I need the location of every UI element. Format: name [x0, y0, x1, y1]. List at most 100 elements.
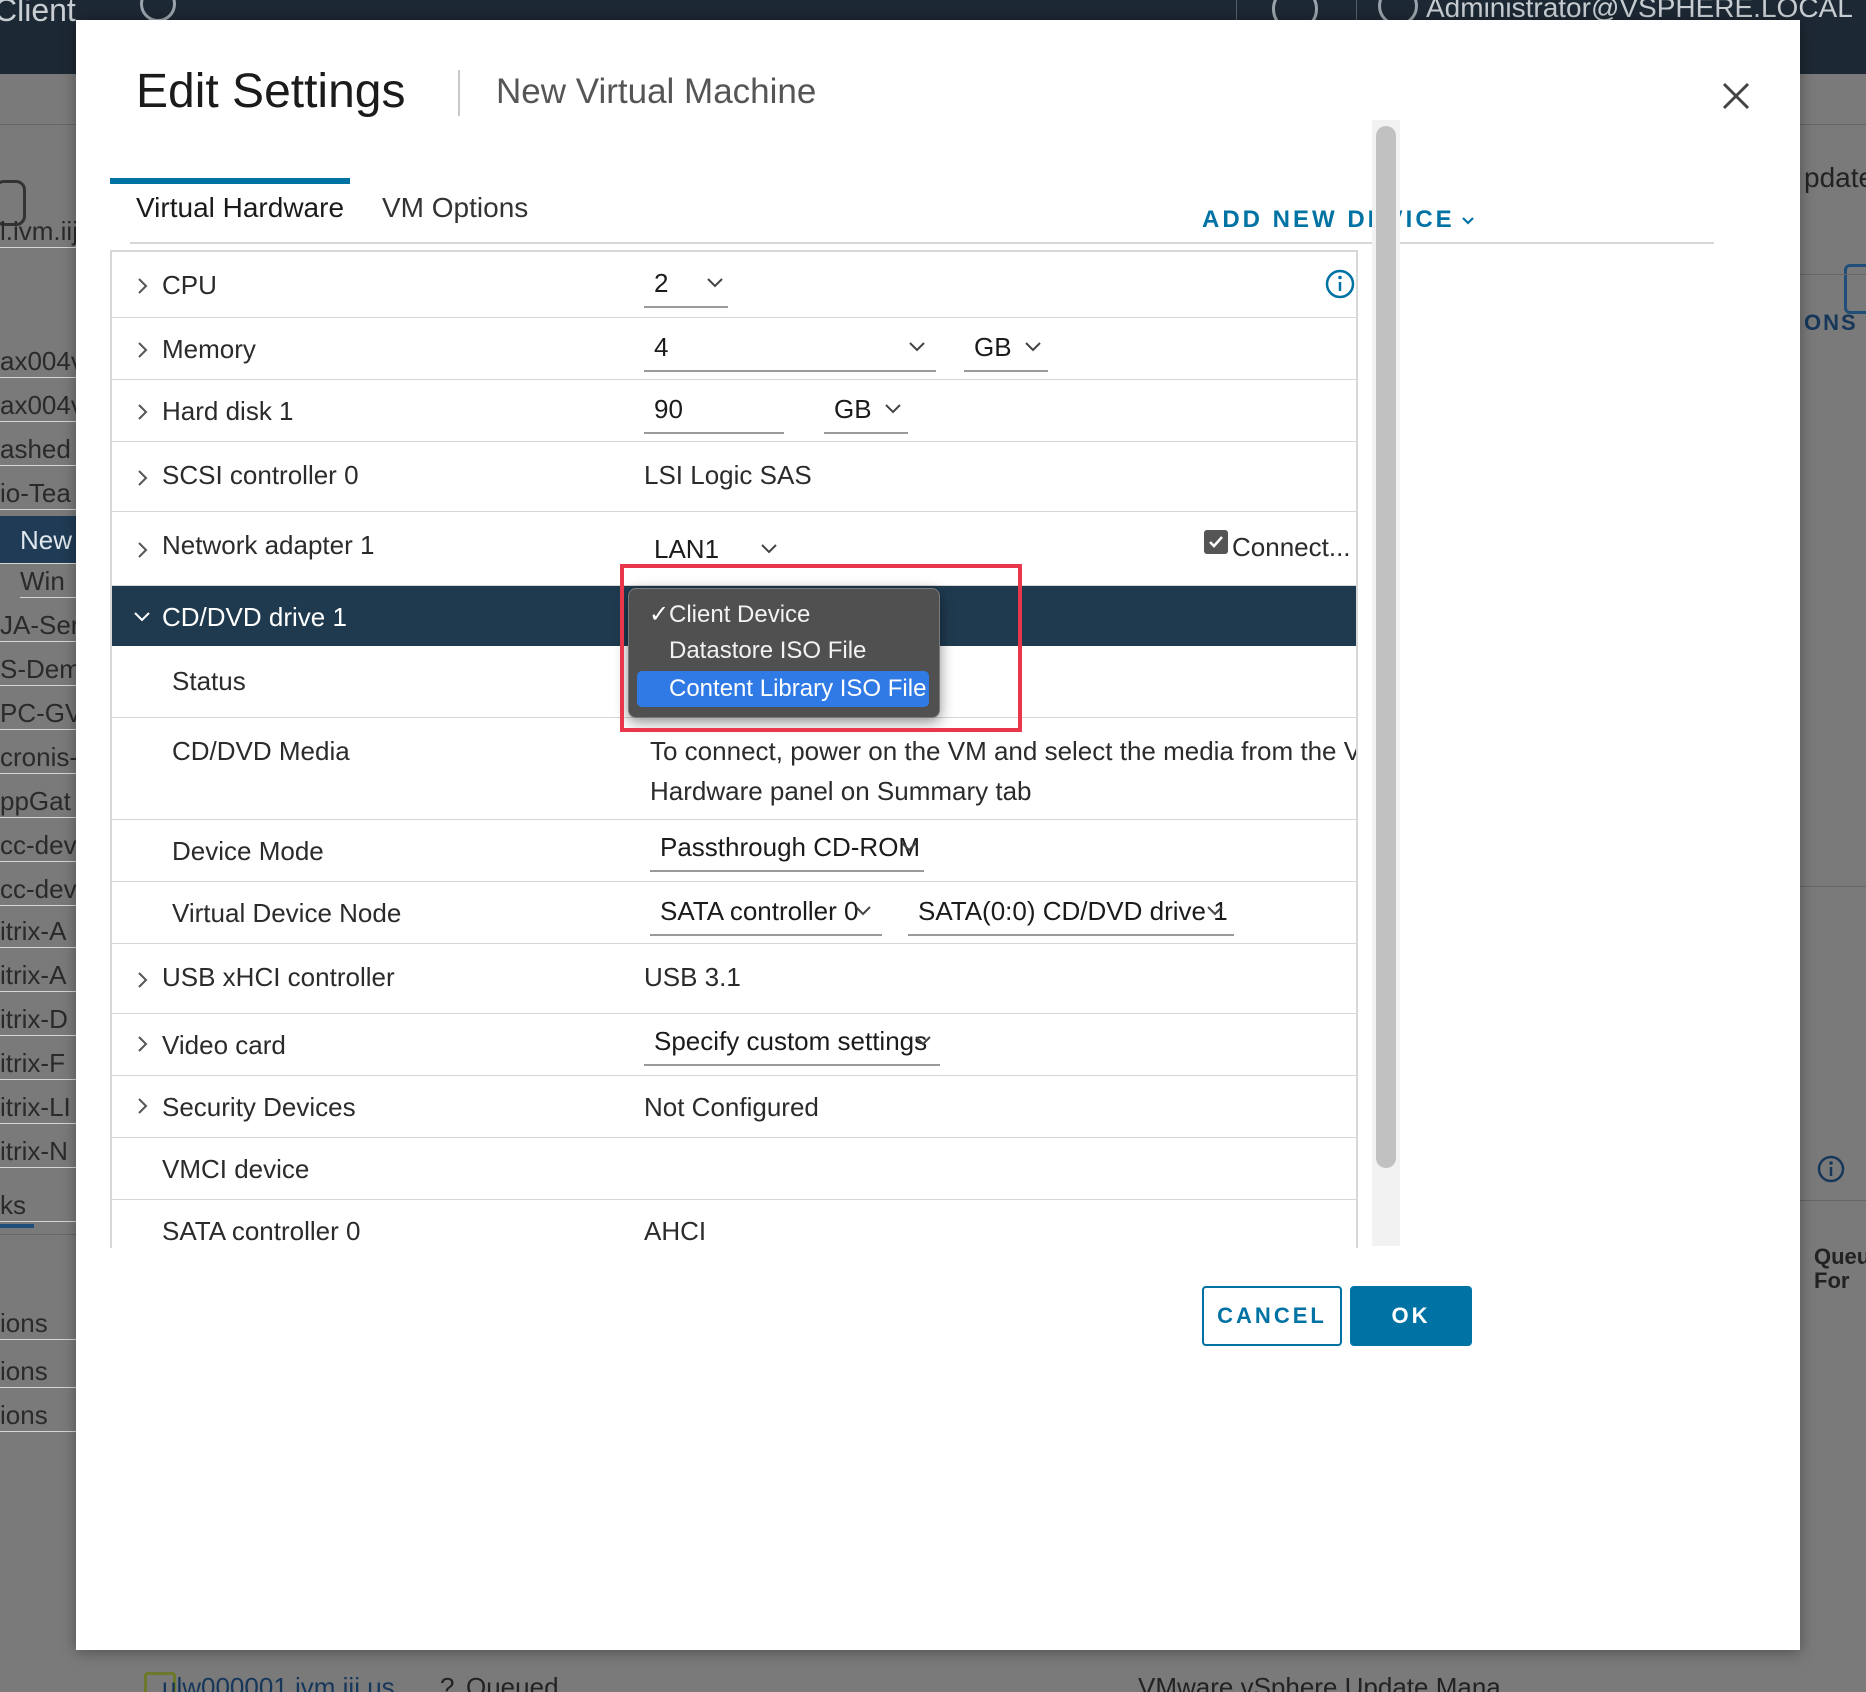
- usb-value: USB 3.1: [644, 962, 741, 992]
- inventory-item[interactable]: ax004v: [0, 346, 76, 378]
- connect-checkbox[interactable]: [1204, 530, 1228, 554]
- inventory-item[interactable]: cc-dev: [0, 830, 76, 862]
- virtual-device-node-row: Virtual Device Node SATA controller 0 SA…: [112, 882, 1356, 944]
- ok-button[interactable]: OK: [1350, 1286, 1472, 1346]
- close-icon[interactable]: [1716, 76, 1756, 116]
- chevron-down-icon: [855, 906, 871, 916]
- tasks-row: ulw000001.ivm.iij.us ? Queued VMware vSp…: [76, 1650, 1800, 1692]
- media-instructions-line2: Hardware panel on Summary tab: [650, 776, 1032, 806]
- chevron-down-icon[interactable]: [132, 606, 152, 626]
- tab-indicator: [0, 1224, 34, 1228]
- inventory-item[interactable]: ashed: [0, 434, 76, 466]
- inventory-item[interactable]: cc-dev: [0, 874, 76, 906]
- tab-virtual-hardware[interactable]: Virtual Hardware: [130, 192, 350, 224]
- search-icon[interactable]: [140, 0, 176, 22]
- info-icon[interactable]: [1816, 1154, 1846, 1184]
- column-header[interactable]: Queu: [1814, 1244, 1866, 1270]
- tab-vm-options[interactable]: VM Options: [376, 192, 534, 224]
- inventory-item[interactable]: ppGat: [0, 786, 76, 818]
- memory-unit: GB: [974, 332, 1012, 362]
- memory-select[interactable]: 4: [644, 326, 936, 372]
- media-label: CD/DVD Media: [172, 736, 350, 766]
- chevron-right-icon[interactable]: [132, 1034, 152, 1054]
- add-new-device-button[interactable]: ADD NEW DEVICE: [1202, 206, 1475, 234]
- inventory-item[interactable]: S-Dem: [0, 654, 76, 686]
- inventory-item[interactable]: cronis-: [0, 742, 76, 774]
- hardware-grid: CPU 2 Memory 4 GB Hard disk 1 90 GB SCSI…: [110, 250, 1358, 1248]
- inventory-item[interactable]: Win: [20, 566, 76, 598]
- vdn-node-select[interactable]: SATA(0:0) CD/DVD drive 1: [908, 890, 1234, 936]
- chevron-right-icon[interactable]: [132, 340, 152, 360]
- scsi-value: LSI Logic SAS: [644, 460, 812, 490]
- hard-disk-unit-select[interactable]: GB: [824, 388, 908, 434]
- info-icon[interactable]: [1324, 268, 1356, 300]
- vdn-controller-select[interactable]: SATA controller 0: [650, 890, 882, 936]
- chevron-right-icon[interactable]: [132, 540, 152, 560]
- hard-disk-value: 90: [654, 394, 683, 424]
- hard-disk-label: Hard disk 1: [162, 396, 294, 426]
- inventory-item-selected[interactable]: New: [0, 516, 76, 564]
- chevron-down-icon: [761, 544, 777, 554]
- hardware-row-scsi: SCSI controller 0 LSI Logic SAS: [112, 442, 1356, 512]
- dialog-tabs: Virtual Hardware VM Options: [130, 168, 1714, 244]
- vdn-controller-value: SATA controller 0: [660, 896, 859, 926]
- hard-disk-size-input[interactable]: 90: [644, 388, 784, 434]
- inventory-item[interactable]: itrix-F: [0, 1048, 76, 1080]
- inventory-item[interactable]: io-Tea: [0, 478, 76, 510]
- hardware-row-memory: Memory 4 GB: [112, 318, 1356, 380]
- active-tab-indicator: [110, 178, 350, 184]
- inventory-item[interactable]: l.ivm.iij: [0, 216, 76, 248]
- chevron-down-icon: [885, 404, 901, 414]
- scrollbar-thumb[interactable]: [1376, 126, 1396, 1168]
- vdn-node-value: SATA(0:0) CD/DVD drive 1: [918, 896, 1228, 926]
- hardware-row-usb: USB xHCI controller USB 3.1: [112, 944, 1356, 1014]
- inventory-item[interactable]: itrix-N: [0, 1136, 76, 1168]
- divider: [1800, 886, 1866, 887]
- tasks-tab[interactable]: ks: [0, 1190, 76, 1222]
- divider: [1800, 274, 1866, 275]
- media-instructions-line1: To connect, power on the VM and select t…: [650, 736, 1358, 766]
- network-value: LAN1: [654, 534, 720, 564]
- hardware-row-hard-disk: Hard disk 1 90 GB: [112, 380, 1356, 442]
- chevron-right-icon[interactable]: [132, 402, 152, 422]
- chevron-down-icon: [1207, 906, 1223, 916]
- inventory-item[interactable]: ax004v: [0, 390, 76, 422]
- header-divider: [1356, 0, 1357, 20]
- cpu-value: 2: [654, 268, 669, 298]
- chevron-down-icon: [707, 278, 723, 288]
- video-card-select[interactable]: Specify custom settings: [644, 1020, 940, 1066]
- inventory-item[interactable]: itrix-A: [0, 960, 76, 992]
- device-mode-select[interactable]: Passthrough CD-ROM: [650, 826, 924, 872]
- hard-disk-unit: GB: [834, 394, 872, 424]
- inventory-item[interactable]: PC-GV: [0, 698, 76, 730]
- cpu-select[interactable]: 2: [644, 262, 728, 308]
- hardware-row-vmci: VMCI device: [112, 1138, 1356, 1200]
- actions-menu[interactable]: ONS: [1804, 310, 1858, 336]
- inventory-item[interactable]: itrix-LI: [0, 1092, 76, 1124]
- checkmark-icon: [1209, 536, 1223, 548]
- cancel-button[interactable]: CANCEL: [1202, 1286, 1342, 1346]
- dialog-title: Edit Settings: [136, 65, 406, 118]
- vm-link[interactable]: ulw000001.ivm.iij.us: [162, 1672, 395, 1692]
- hardware-row-security: Security Devices Not Configured: [112, 1076, 1356, 1138]
- chevron-right-icon[interactable]: [132, 1096, 152, 1116]
- divider: [1800, 1200, 1866, 1201]
- chevron-right-icon[interactable]: [132, 276, 152, 296]
- inventory-item[interactable]: itrix-D: [0, 1004, 76, 1036]
- chevron-right-icon[interactable]: [132, 970, 152, 990]
- chevron-down-icon: [901, 842, 917, 852]
- right-panel: pdate ONS Queu For: [1800, 74, 1866, 1692]
- video-card-value: Specify custom settings: [654, 1026, 928, 1056]
- vmci-label: VMCI device: [162, 1154, 310, 1184]
- task-target: VMware vSphere Update Mana...: [1138, 1672, 1523, 1692]
- chevron-right-icon[interactable]: [132, 468, 152, 488]
- memory-value: 4: [654, 332, 669, 362]
- column-header[interactable]: For: [1814, 1268, 1849, 1294]
- status-icon: ?: [440, 1672, 455, 1692]
- task-row: ions: [0, 1356, 76, 1388]
- inventory-item[interactable]: itrix-A: [0, 916, 76, 948]
- usb-label: USB xHCI controller: [162, 962, 395, 992]
- inventory-item[interactable]: JA-Ser: [0, 610, 76, 642]
- panel-button[interactable]: [1844, 264, 1866, 314]
- memory-unit-select[interactable]: GB: [964, 326, 1048, 372]
